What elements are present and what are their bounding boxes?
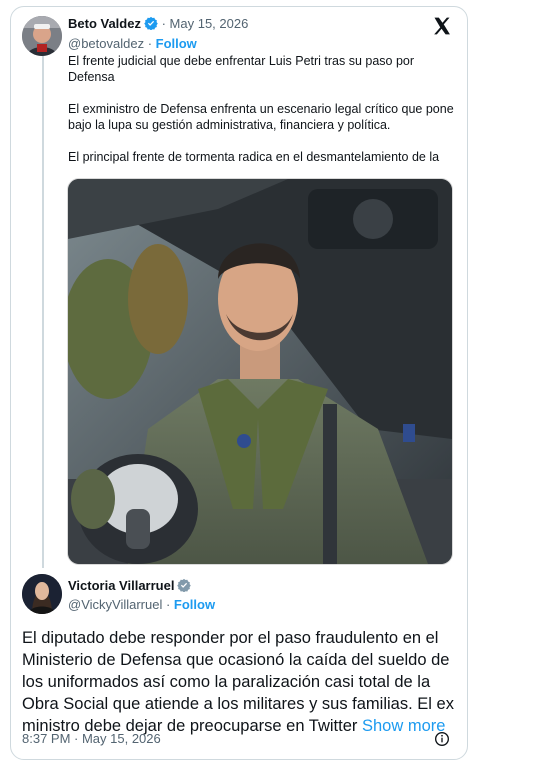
tweet2-line: El diputado debe responder por el paso f…	[22, 629, 439, 647]
separator-dot: ·	[162, 597, 174, 612]
author-handle[interactable]: @VickyVillarruel	[68, 597, 162, 612]
author-name[interactable]: Victoria Villarruel	[68, 578, 174, 593]
tweet-photo[interactable]	[67, 178, 453, 565]
verified-badge-icon	[144, 16, 158, 33]
show-more-link[interactable]: Show more	[362, 717, 445, 735]
separator-dot: ·	[161, 16, 170, 31]
separator-dot: ·	[144, 36, 156, 51]
follow-button[interactable]: Follow	[174, 597, 215, 612]
tweet2-line: los uniformados así como la paralización…	[22, 673, 431, 691]
tweet1-author-line: Beto Valdez · May 15, 2026	[68, 16, 248, 33]
tweet1-handle-line: @betovaldez · Follow	[68, 36, 197, 51]
tweet2-handle-line: @VickyVillarruel · Follow	[68, 597, 215, 612]
follow-button[interactable]: Follow	[156, 36, 197, 51]
verified-badge-icon	[177, 578, 192, 595]
thread-connector-line	[42, 56, 44, 568]
tweet1-date[interactable]: May 15, 2026	[170, 16, 249, 31]
tweet1-line: El exministro de Defensa enfrenta un esc…	[68, 102, 454, 116]
tweet2-line: Obra Social que atiende a los militares …	[22, 695, 454, 713]
author-name[interactable]: Beto Valdez	[68, 16, 141, 31]
avatar[interactable]	[22, 574, 62, 614]
tweet1-line: Defensa	[68, 70, 115, 84]
tweet2-author-line: Victoria Villarruel	[68, 578, 192, 595]
tweet1-line	[68, 133, 454, 149]
tweet1-line: El frente judicial que debe enfrentar Lu…	[68, 54, 415, 68]
tweet2-timestamp[interactable]: 8:37 PM · May 15, 2026	[22, 731, 161, 746]
tweet1-line: bajo la lupa su gestión administrativa, …	[68, 118, 391, 132]
tweet1-line	[68, 85, 454, 101]
tweet1-line: El principal frente de tormenta radica e…	[68, 150, 440, 164]
avatar[interactable]	[22, 16, 62, 56]
tweet2-text: El diputado debe responder por el paso f…	[22, 627, 462, 737]
info-icon[interactable]	[434, 731, 450, 752]
author-handle[interactable]: @betovaldez	[68, 36, 144, 51]
tweet1-text: El frente judicial que debe enfrentar Lu…	[68, 53, 454, 165]
tweet2-line: Ministerio de Defensa que ocasionó la ca…	[22, 651, 450, 669]
x-logo-icon[interactable]	[432, 16, 452, 42]
